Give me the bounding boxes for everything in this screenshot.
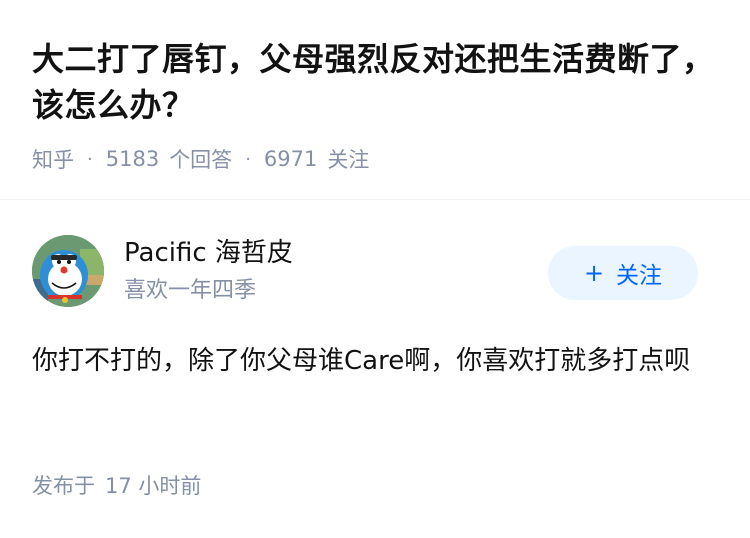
published-label: 发布于: [32, 474, 95, 498]
plus-icon: +: [583, 259, 605, 287]
cartoon-avatar-icon: [32, 235, 104, 307]
author-bio: 喜欢一年四季: [124, 278, 257, 303]
follow-button-label: 关注: [616, 263, 663, 289]
follower-count: 6971: [263, 147, 318, 171]
answer-count: 5183: [105, 147, 160, 171]
question-meta: 知乎 · 5183 个回答 · 6971 关注: [32, 144, 369, 174]
source-label[interactable]: 知乎: [32, 144, 74, 174]
question-title[interactable]: 大二打了唇钉，父母强烈反对还把生活费断了，该怎么办？: [32, 36, 722, 128]
answer-count-label: 个回答: [169, 148, 233, 172]
follow-button[interactable]: + 关注: [548, 246, 698, 300]
published-time: 17 小时前: [105, 474, 202, 498]
meta-separator-2: ·: [245, 148, 251, 170]
author-avatar[interactable]: [32, 235, 104, 307]
answer-content[interactable]: 你打不打的，除了你父母谁Care啊，你喜欢打就多打点呗: [32, 338, 712, 384]
section-divider: [0, 199, 750, 200]
author-name[interactable]: Pacific 海哲皮: [124, 235, 293, 271]
answer-publish-time: 发布于 17 小时前: [32, 470, 201, 500]
meta-separator: ·: [87, 148, 93, 170]
follower-count-label: 关注: [327, 148, 370, 172]
